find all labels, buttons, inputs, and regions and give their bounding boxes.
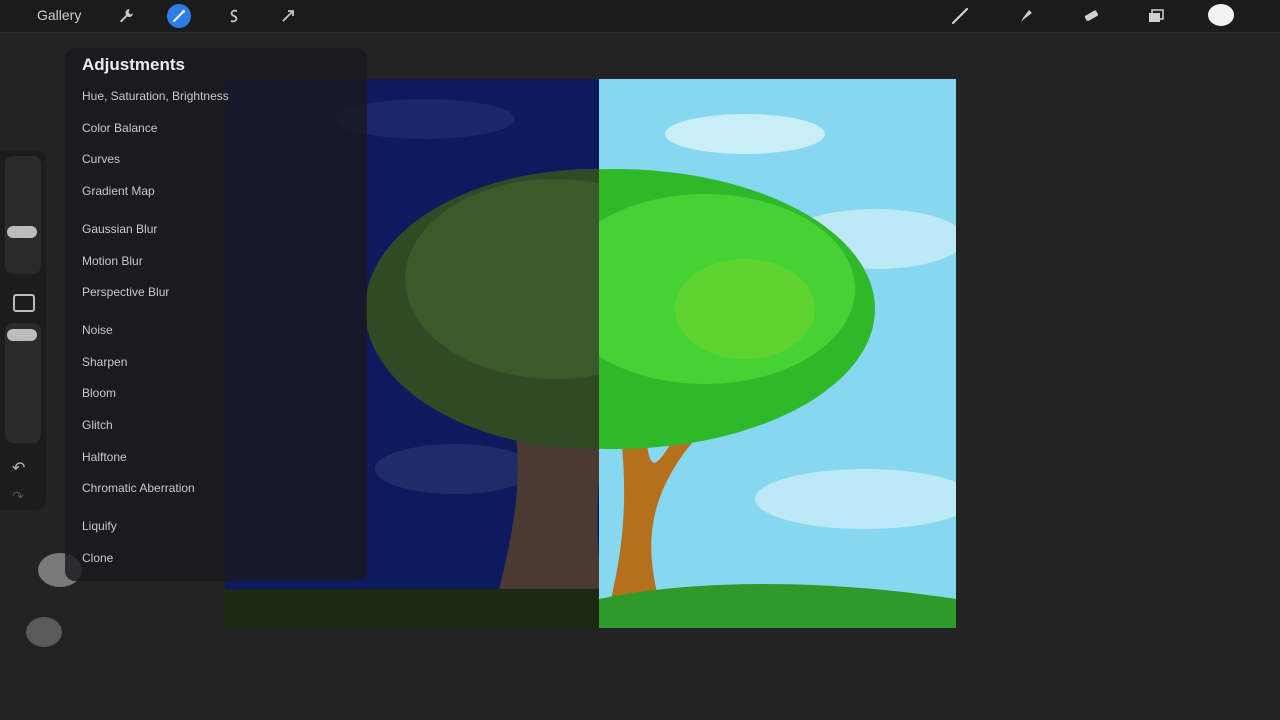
menu-item-color-balance[interactable]: Color Balance (82, 121, 157, 135)
brush-size-slider[interactable] (5, 156, 41, 274)
opacity-handle[interactable] (7, 329, 37, 341)
left-sidebar: ↶ ↷ (0, 150, 46, 510)
selection-s-icon[interactable] (222, 4, 246, 28)
menu-item-chromatic-aberration[interactable]: Chromatic Aberration (82, 481, 195, 495)
menu-item-noise[interactable]: Noise (82, 323, 113, 337)
smudge-icon[interactable] (1013, 4, 1037, 28)
menu-item-gaussian-blur[interactable]: Gaussian Blur (82, 222, 157, 236)
redo-icon[interactable]: ↷ (12, 488, 24, 505)
menu-item-glitch[interactable]: Glitch (82, 418, 113, 432)
menu-item-hue-saturation-brightness[interactable]: Hue, Saturation, Brightness (82, 89, 229, 103)
wrench-icon[interactable] (114, 4, 138, 28)
eraser-icon[interactable] (1079, 4, 1103, 28)
adjustments-title: Adjustments (82, 55, 185, 74)
transform-arrow-icon[interactable] (276, 4, 300, 28)
opacity-slider[interactable] (5, 323, 41, 443)
menu-item-clone[interactable]: Clone (82, 551, 113, 565)
layers-icon[interactable] (1144, 4, 1168, 28)
brush-icon[interactable] (948, 4, 972, 28)
brush-size-handle[interactable] (7, 226, 37, 238)
menu-item-gradient-map[interactable]: Gradient Map (82, 184, 155, 198)
undo-icon[interactable]: ↶ (12, 458, 25, 478)
color-picker-button[interactable] (1208, 4, 1234, 26)
menu-item-perspective-blur[interactable]: Perspective Blur (82, 285, 169, 299)
top-toolbar: Gallery (0, 0, 1280, 33)
menu-item-sharpen[interactable]: Sharpen (82, 355, 127, 369)
menu-item-curves[interactable]: Curves (82, 152, 120, 166)
secondary-circle-button[interactable] (26, 617, 62, 647)
menu-item-halftone[interactable]: Halftone (82, 450, 127, 464)
gallery-button[interactable]: Gallery (37, 7, 81, 23)
menu-item-liquify[interactable]: Liquify (82, 519, 117, 533)
modify-square-icon[interactable] (13, 294, 35, 312)
menu-item-motion-blur[interactable]: Motion Blur (82, 254, 143, 268)
menu-item-bloom[interactable]: Bloom (82, 386, 116, 400)
adjustments-wand-icon[interactable] (167, 4, 191, 28)
